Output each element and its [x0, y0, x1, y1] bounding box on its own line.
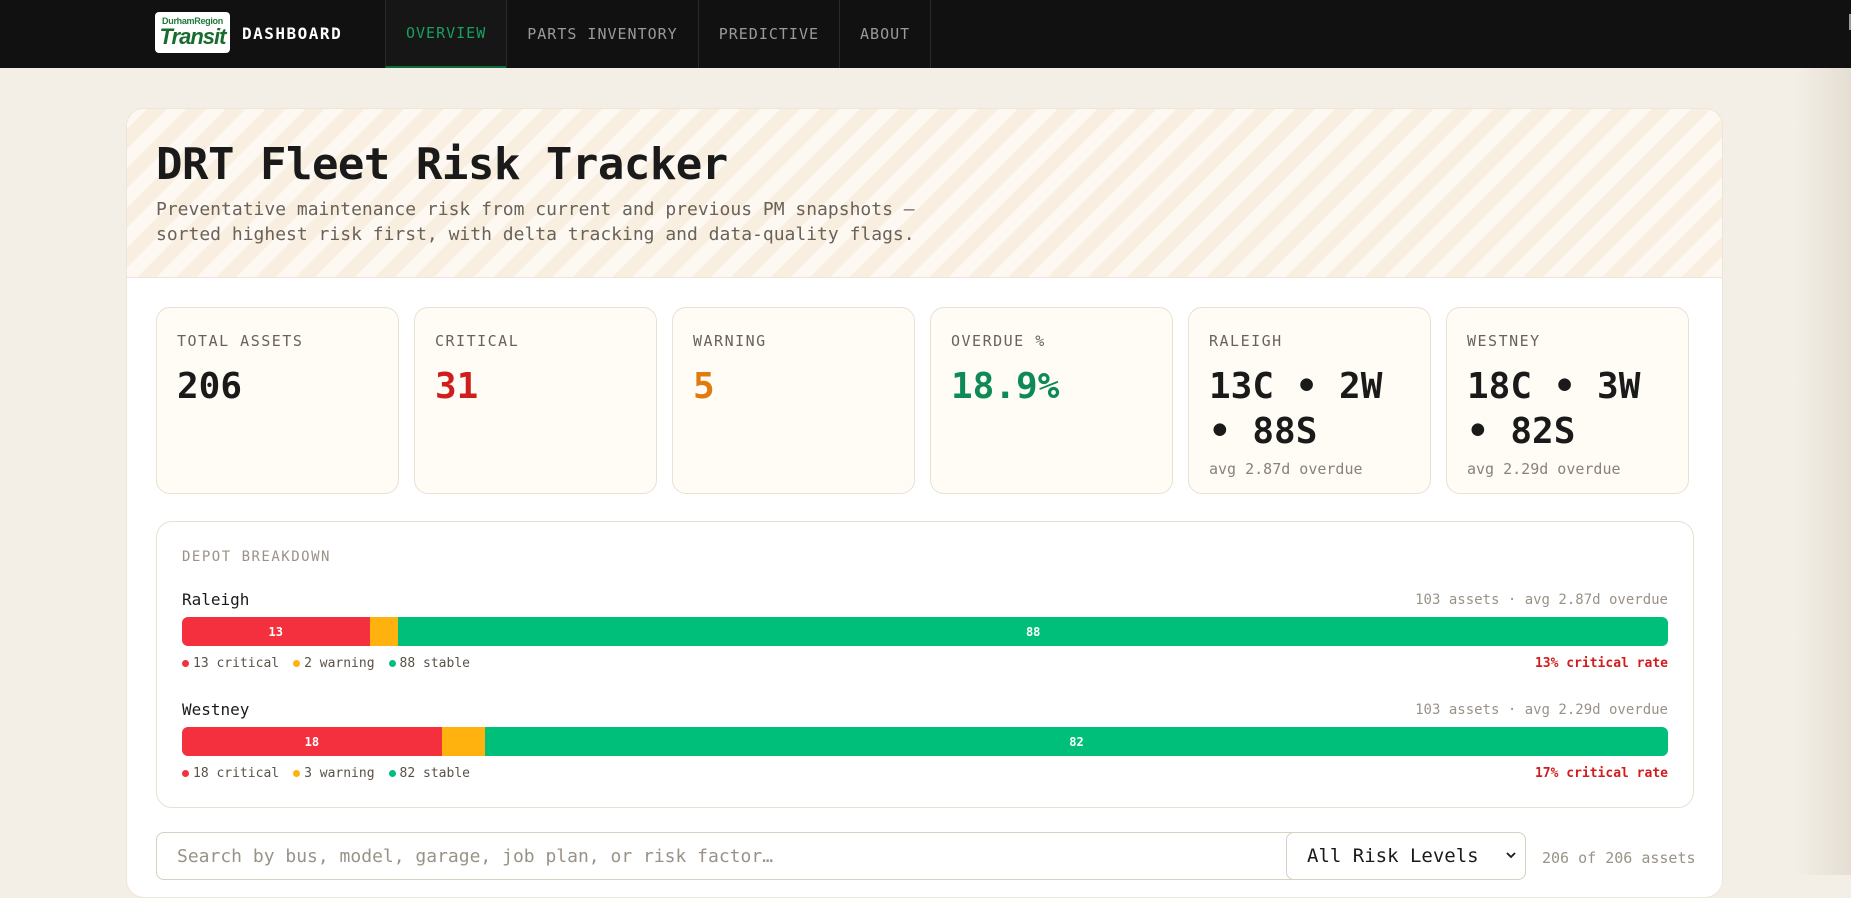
depot-name: Westney	[182, 700, 250, 719]
stable-dot-icon	[388, 770, 396, 777]
nav-predictive[interactable]: PREDICTIVE	[697, 0, 839, 68]
chevron-down-icon	[1506, 852, 1516, 859]
bar-segment-stable: 82	[484, 727, 1668, 756]
page-edge-shadow	[1795, 68, 1851, 875]
critical-dot-icon	[182, 770, 189, 777]
page-title: DRT Fleet Risk Tracker	[156, 139, 728, 190]
legend-critical-text: 18 critical	[193, 766, 280, 781]
card-overdue-percent: OVERDUE % 18.9%	[930, 307, 1173, 494]
legend-stable: 82 stable	[388, 766, 470, 781]
transit-logo[interactable]: DurhamRegion Transit	[155, 12, 230, 53]
card-raleigh: RALEIGH 13C • 2W • 88S avg 2.87d overdue	[1188, 307, 1431, 494]
critical-rate: 13% critical rate	[1534, 656, 1668, 671]
legend-warning-text: 3 warning	[304, 766, 375, 781]
card-label: OVERDUE %	[951, 332, 1046, 350]
main-panel: DRT Fleet Risk Tracker Preventative main…	[126, 108, 1723, 898]
depot-stacked-bar: 13 88	[182, 617, 1668, 646]
legend-warning-text: 2 warning	[304, 656, 375, 671]
hero-header: DRT Fleet Risk Tracker Preventative main…	[127, 109, 1722, 278]
main-nav: OVERVIEW PARTS INVENTORY PREDICTIVE ABOU…	[385, 0, 932, 68]
dashboard-title: DASHBOARD	[242, 24, 343, 43]
card-label: WESTNEY	[1467, 332, 1541, 350]
legend-warning: 2 warning	[293, 656, 375, 671]
card-total-assets: TOTAL ASSETS 206	[156, 307, 399, 494]
legend-stable-text: 88 stable	[399, 656, 470, 671]
legend-critical: 18 critical	[182, 766, 279, 781]
nav-about[interactable]: ABOUT	[839, 0, 932, 68]
card-value: 206	[177, 366, 243, 407]
card-label: TOTAL ASSETS	[177, 332, 304, 350]
bar-segment-critical: 13	[182, 617, 370, 646]
depot-breakdown-title: DEPOT BREAKDOWN	[182, 549, 331, 565]
card-label: RALEIGH	[1209, 332, 1283, 350]
risk-level-select-value: All Risk Levels	[1307, 845, 1479, 867]
nav-overview[interactable]: OVERVIEW	[385, 0, 507, 68]
legend-critical: 13 critical	[182, 656, 279, 671]
risk-level-select[interactable]: All Risk Levels	[1286, 832, 1526, 880]
critical-dot-icon	[182, 660, 189, 667]
warning-dot-icon	[293, 660, 301, 667]
depot-name: Raleigh	[182, 590, 250, 609]
legend-warning: 3 warning	[293, 766, 375, 781]
search-input[interactable]	[156, 832, 1298, 880]
stable-dot-icon	[388, 660, 396, 667]
page-subtitle: Preventative maintenance risk from curre…	[156, 199, 915, 245]
bar-segment-stable: 88	[398, 617, 1668, 646]
asset-count: 206 of 206 assets	[1542, 849, 1696, 867]
card-subtext: avg 2.87d overdue	[1209, 460, 1363, 478]
nav-parts-inventory[interactable]: PARTS INVENTORY	[506, 0, 697, 68]
warning-dot-icon	[293, 770, 301, 777]
card-label: WARNING	[693, 332, 767, 350]
card-value: 5	[693, 366, 715, 407]
card-critical: CRITICAL 31	[414, 307, 657, 494]
card-westney: WESTNEY 18C • 3W • 82S avg 2.29d overdue	[1446, 307, 1689, 494]
critical-rate: 17% critical rate	[1534, 766, 1668, 781]
legend-critical-text: 13 critical	[193, 656, 280, 671]
depot-legend: 18 critical 3 warning 82 stable	[182, 766, 470, 781]
card-subtext: avg 2.29d overdue	[1467, 460, 1621, 478]
card-value: 31	[435, 366, 479, 407]
card-value: 18.9%	[951, 366, 1060, 407]
bar-segment-warning	[441, 727, 485, 756]
legend-stable-text: 82 stable	[399, 766, 470, 781]
depot-meta: 103 assets · avg 2.29d overdue	[1415, 702, 1668, 718]
bar-segment-warning	[369, 617, 399, 646]
card-value: 18C • 3W • 82S	[1467, 366, 1641, 452]
depot-breakdown: DEPOT BREAKDOWN Raleigh 103 assets · avg…	[156, 521, 1694, 808]
card-warning: WARNING 5	[672, 307, 915, 494]
depot-stacked-bar: 18 82	[182, 727, 1668, 756]
logo-big-text: Transit	[159, 24, 227, 49]
legend-stable: 88 stable	[388, 656, 470, 671]
summary-cards: TOTAL ASSETS 206 CRITICAL 31 WARNING 5 O…	[156, 307, 1689, 494]
card-value: 13C • 2W • 88S	[1209, 366, 1383, 452]
top-navigation-bar: DurhamRegion Transit DASHBOARD OVERVIEW …	[0, 0, 1851, 68]
card-label: CRITICAL	[435, 332, 520, 350]
bar-segment-critical: 18	[182, 727, 442, 756]
depot-legend: 13 critical 2 warning 88 stable	[182, 656, 470, 671]
depot-meta: 103 assets · avg 2.87d overdue	[1415, 592, 1668, 608]
